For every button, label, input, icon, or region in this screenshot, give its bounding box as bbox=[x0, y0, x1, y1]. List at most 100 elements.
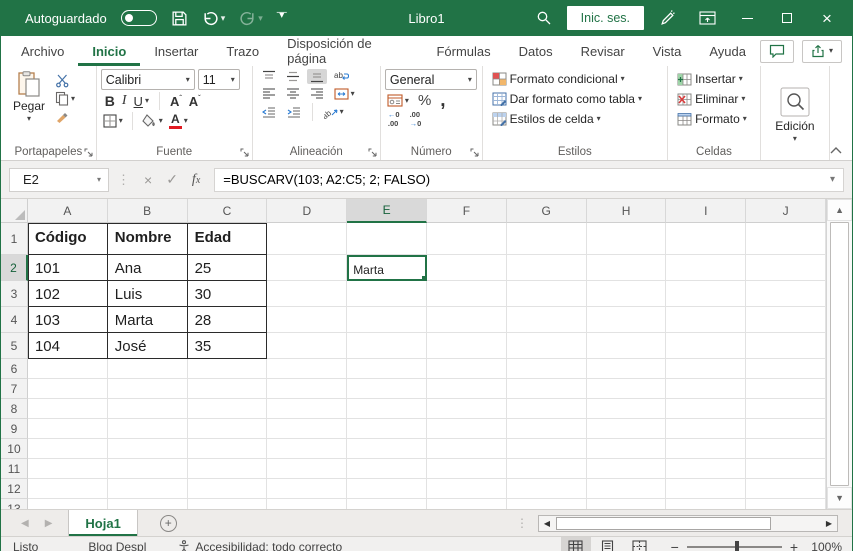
cell-C8[interactable] bbox=[187, 399, 268, 419]
cell-H10[interactable] bbox=[586, 439, 667, 459]
format-as-table-button[interactable]: Dar formato como tabla ▾ bbox=[489, 91, 663, 107]
cell-J5[interactable] bbox=[746, 333, 827, 359]
cell-B4[interactable]: Marta bbox=[107, 307, 188, 333]
tab-revisar[interactable]: Revisar bbox=[567, 36, 639, 66]
wrap-text-button[interactable]: ab bbox=[331, 69, 352, 84]
cell-E12[interactable] bbox=[347, 479, 427, 499]
col-header-I[interactable]: I bbox=[666, 199, 747, 223]
cell-C2[interactable]: 25 bbox=[187, 255, 268, 281]
cell-I2[interactable] bbox=[666, 255, 747, 281]
cell-D1[interactable] bbox=[267, 223, 348, 255]
col-header-D[interactable]: D bbox=[267, 199, 348, 223]
minimize-button[interactable] bbox=[730, 3, 764, 33]
accessibility-status[interactable]: Accesibilidad: todo correcto bbox=[166, 540, 354, 551]
cell-H1[interactable] bbox=[586, 223, 667, 255]
scroll-right-icon[interactable]: ▶ bbox=[821, 516, 837, 531]
cell-H6[interactable] bbox=[586, 359, 667, 379]
horizontal-scrollbar[interactable]: ◀ ▶ bbox=[538, 514, 838, 532]
cell-J3[interactable] bbox=[746, 281, 827, 307]
cell-F13[interactable] bbox=[427, 499, 507, 509]
cell-B3[interactable]: Luis bbox=[107, 281, 188, 307]
cut-icon[interactable] bbox=[55, 73, 75, 88]
cell-D2[interactable] bbox=[267, 255, 348, 281]
cell-A12[interactable] bbox=[27, 479, 108, 499]
cell-B12[interactable] bbox=[107, 479, 188, 499]
scroll-down-icon[interactable]: ▼ bbox=[827, 487, 852, 509]
cell-J12[interactable] bbox=[746, 479, 827, 499]
cell-H3[interactable] bbox=[586, 281, 667, 307]
cell-J2[interactable] bbox=[746, 255, 827, 281]
cell-A8[interactable] bbox=[27, 399, 108, 419]
cell-H12[interactable] bbox=[586, 479, 667, 499]
cell-A4[interactable]: 103 bbox=[27, 307, 108, 333]
cell-B9[interactable] bbox=[107, 419, 188, 439]
cell-G11[interactable] bbox=[506, 459, 587, 479]
cell-B11[interactable] bbox=[107, 459, 188, 479]
cell-C6[interactable] bbox=[187, 359, 268, 379]
ink-pen-icon[interactable] bbox=[650, 3, 684, 33]
cell-I13[interactable] bbox=[666, 499, 747, 509]
cell-I1[interactable] bbox=[666, 223, 747, 255]
cell-C3[interactable]: 30 bbox=[187, 281, 268, 307]
increase-decimal-button[interactable]: ←0.00 bbox=[388, 110, 400, 128]
cell-C9[interactable] bbox=[187, 419, 268, 439]
cell-F12[interactable] bbox=[427, 479, 507, 499]
cell-F4[interactable] bbox=[427, 307, 507, 333]
vertical-scroll-thumb[interactable] bbox=[830, 222, 849, 486]
zoom-in-button[interactable]: + bbox=[790, 539, 798, 551]
cell-D5[interactable] bbox=[267, 333, 348, 359]
zoom-slider-handle[interactable] bbox=[734, 540, 739, 551]
cell-F3[interactable] bbox=[427, 281, 507, 307]
cell-C10[interactable] bbox=[187, 439, 268, 459]
share-button[interactable]: ▾ bbox=[801, 39, 842, 63]
row-header-12[interactable]: 12 bbox=[1, 479, 28, 499]
collapse-ribbon-icon[interactable] bbox=[830, 146, 842, 154]
align-right-button[interactable] bbox=[307, 86, 327, 101]
cell-C7[interactable] bbox=[187, 379, 268, 399]
cell-B8[interactable] bbox=[107, 399, 188, 419]
cell-G2[interactable] bbox=[506, 255, 587, 281]
tab-vista[interactable]: Vista bbox=[639, 36, 696, 66]
cell-G8[interactable] bbox=[506, 399, 587, 419]
cell-J9[interactable] bbox=[746, 419, 827, 439]
clipboard-dialog-launcher-icon[interactable] bbox=[84, 148, 93, 157]
cell-F10[interactable] bbox=[427, 439, 507, 459]
cell-A7[interactable] bbox=[27, 379, 108, 399]
cell-D9[interactable] bbox=[267, 419, 348, 439]
row-header-1[interactable]: 1 bbox=[1, 223, 28, 255]
font-color-button[interactable]: A ▾ bbox=[168, 113, 188, 129]
sheet-tab-hoja1[interactable]: Hoja1 bbox=[68, 510, 138, 536]
cell-C1[interactable]: Edad bbox=[187, 223, 268, 255]
cell-D12[interactable] bbox=[267, 479, 348, 499]
percent-style-button[interactable]: % bbox=[418, 92, 431, 109]
cell-A5[interactable]: 104 bbox=[27, 333, 108, 359]
cell-E11[interactable] bbox=[347, 459, 427, 479]
cell-E1[interactable] bbox=[347, 223, 427, 255]
cell-J13[interactable] bbox=[746, 499, 827, 509]
align-middle-button[interactable] bbox=[283, 69, 303, 84]
undo-button[interactable]: ▾ bbox=[202, 10, 225, 27]
cell-B13[interactable] bbox=[108, 499, 188, 509]
cell-I6[interactable] bbox=[666, 359, 747, 379]
insert-function-icon[interactable]: fx bbox=[192, 172, 200, 188]
cell-F9[interactable] bbox=[427, 419, 507, 439]
cell-I5[interactable] bbox=[666, 333, 747, 359]
format-painter-icon[interactable] bbox=[55, 109, 75, 123]
row-header-13[interactable]: 13 bbox=[1, 499, 28, 509]
cell-I3[interactable] bbox=[666, 281, 747, 307]
cell-F8[interactable] bbox=[427, 399, 507, 419]
cell-E4[interactable] bbox=[347, 307, 427, 333]
cell-C11[interactable] bbox=[187, 459, 268, 479]
expand-formula-bar-icon[interactable]: ▾ bbox=[830, 174, 835, 185]
tab-fórmulas[interactable]: Fórmulas bbox=[422, 36, 504, 66]
tab-disposición-de-página[interactable]: Disposición de página bbox=[273, 36, 422, 66]
tab-trazo[interactable]: Trazo bbox=[212, 36, 273, 66]
decrease-decimal-button[interactable]: .00 →0 bbox=[410, 110, 422, 128]
cell-J7[interactable] bbox=[746, 379, 827, 399]
new-sheet-button[interactable]: + bbox=[138, 510, 199, 536]
orientation-button[interactable]: ab ▾ bbox=[321, 105, 347, 120]
cell-E13[interactable] bbox=[347, 499, 427, 509]
cell-G1[interactable] bbox=[506, 223, 587, 255]
cell-E5[interactable] bbox=[347, 333, 427, 359]
cell-I7[interactable] bbox=[666, 379, 747, 399]
